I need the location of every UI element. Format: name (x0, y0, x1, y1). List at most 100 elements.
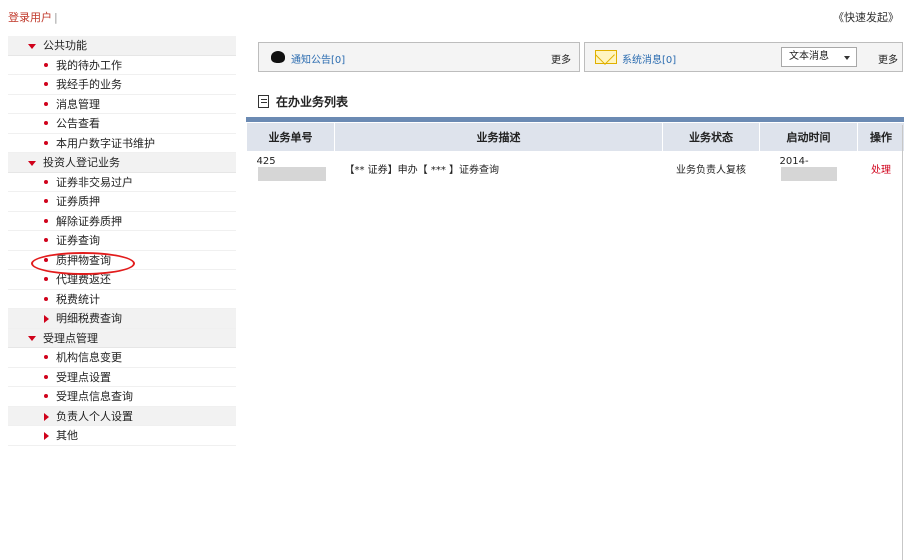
menu-item-handled-business[interactable]: 我经手的业务 (8, 75, 236, 95)
login-user-label[interactable]: 登录用户 (8, 11, 52, 24)
expanded-triangle-icon (28, 160, 36, 166)
menu-group-label: 投资人登记业务 (43, 156, 120, 169)
login-user[interactable]: 登录用户 | (8, 9, 58, 25)
menu-item-label: 受理点设置 (56, 370, 111, 384)
business-list-table: 业务单号 业务描述 业务状态 启动时间 操作 425 【** 证券】申办【 **… (246, 122, 905, 185)
bullet-icon (44, 62, 48, 67)
menu-item-detailed-tax-query[interactable]: 明细税费查询 (8, 309, 236, 329)
menu-item-label: 机构信息变更 (56, 351, 122, 364)
collapsed-triangle-icon (44, 432, 49, 440)
content-frame-border (902, 125, 903, 560)
row-description: 【** 证券】申办【 *** 】证券查询 (344, 164, 500, 176)
announcement-panel: 通知公告[0] 更多 (258, 42, 580, 72)
menu-item-label: 负责人个人设置 (56, 409, 133, 423)
bullet-icon (44, 218, 48, 223)
menu-item-label: 证券查询 (56, 234, 100, 247)
message-type-value: 文本消息 (789, 51, 829, 62)
column-header-status: 业务状态 (662, 122, 760, 152)
bullet-icon (44, 82, 48, 86)
menu-item-label: 我经手的业务 (56, 78, 122, 91)
bullet-icon (44, 257, 48, 262)
envelope-icon (595, 50, 617, 64)
process-link[interactable]: 处理 (871, 165, 891, 176)
announcement-link[interactable]: 通知公告[0] (291, 51, 345, 66)
sidebar-menu: 公共功能 我的待办工作 我经手的业务 消息管理 公告查看 本用户数字证书维护 投… (8, 36, 236, 560)
header-separator: | (54, 11, 58, 24)
bullet-icon (44, 374, 48, 379)
menu-item-label: 我的待办工作 (56, 58, 122, 72)
bullet-icon (44, 277, 48, 281)
business-list-table-container: 业务单号 业务描述 业务状态 启动时间 操作 425 【** 证券】申办【 **… (246, 117, 905, 185)
menu-group-acceptance-point-management[interactable]: 受理点管理 (8, 328, 236, 348)
menu-item-label: 本用户数字证书维护 (56, 136, 155, 150)
start-time-prefix: 2014- (779, 155, 809, 167)
chevron-down-icon (844, 56, 850, 60)
bullet-icon (44, 238, 48, 242)
bullet-icon (44, 101, 48, 106)
collapsed-triangle-icon (44, 315, 49, 323)
business-list-title-text: 在办业务列表 (276, 95, 349, 109)
redacted-time-block (780, 166, 837, 181)
menu-item-announcement-view[interactable]: 公告查看 (8, 114, 236, 134)
row-start-time-cell: 2014- (760, 152, 858, 185)
column-header-id: 业务单号 (246, 122, 335, 152)
system-message-more-link[interactable]: 更多 (878, 51, 898, 66)
business-id-prefix: 425 (256, 155, 276, 167)
menu-item-label: 其他 (56, 429, 78, 442)
row-status: 业务负责人复核 (676, 164, 746, 176)
bullet-icon (44, 179, 48, 184)
menu-group-label: 公共功能 (43, 39, 87, 52)
expanded-triangle-icon (28, 43, 36, 49)
menu-item-securities-query[interactable]: 证券查询 (8, 231, 236, 251)
menu-item-label: 证券非交易过户 (56, 175, 133, 189)
document-icon (258, 95, 269, 108)
bell-icon (271, 51, 285, 63)
quick-start-link[interactable]: 《快速发起》 (833, 9, 899, 25)
bullet-icon (44, 140, 48, 145)
bullet-icon (44, 355, 48, 359)
menu-group-label: 受理点管理 (43, 331, 98, 345)
bullet-icon (44, 296, 48, 301)
table-header-row: 业务单号 业务描述 业务状态 启动时间 操作 (246, 122, 905, 152)
menu-item-securities-pledge[interactable]: 证券质押 (8, 192, 236, 212)
row-action-cell: 处理 (858, 152, 905, 185)
menu-item-label: 质押物查询 (56, 253, 111, 267)
menu-item-label: 受理点信息查询 (56, 390, 133, 403)
menu-item-label: 解除证券质押 (56, 214, 122, 228)
menu-group-investor-registration[interactable]: 投资人登记业务 (8, 153, 236, 173)
system-message-link[interactable]: 系统消息[0] (622, 51, 676, 66)
menu-item-acceptance-point-settings[interactable]: 受理点设置 (8, 367, 236, 387)
menu-item-acceptance-point-query[interactable]: 受理点信息查询 (8, 387, 236, 407)
column-header-description: 业务描述 (334, 122, 663, 152)
bullet-icon (44, 121, 48, 125)
menu-item-message-management[interactable]: 消息管理 (8, 94, 236, 114)
menu-item-manager-personal-settings[interactable]: 负责人个人设置 (8, 406, 236, 426)
top-header: 登录用户 | 《快速发起》 (0, 0, 905, 30)
system-message-panel: 系统消息[0] 文本消息 更多 (584, 42, 903, 72)
menu-item-agency-fee-return[interactable]: 代理费返还 (8, 270, 236, 290)
menu-item-release-pledge[interactable]: 解除证券质押 (8, 211, 236, 231)
row-id-cell: 425 (247, 152, 335, 185)
menu-item-label: 明细税费查询 (56, 312, 122, 325)
menu-group-public[interactable]: 公共功能 (8, 36, 236, 56)
menu-item-label: 税费统计 (56, 292, 100, 306)
menu-item-certificate-maintenance[interactable]: 本用户数字证书维护 (8, 133, 236, 153)
menu-item-institution-change[interactable]: 机构信息变更 (8, 348, 236, 368)
table-row: 425 【** 证券】申办【 *** 】证券查询 业务负责人复核 2014- 处… (247, 152, 905, 185)
business-list-title: 在办业务列表 (258, 93, 348, 110)
menu-item-tax-statistics[interactable]: 税费统计 (8, 289, 236, 309)
column-header-start-time: 启动时间 (759, 122, 858, 152)
bullet-icon (44, 199, 48, 203)
menu-item-non-trading-transfer[interactable]: 证券非交易过户 (8, 172, 236, 192)
menu-item-label: 消息管理 (56, 97, 100, 111)
menu-item-label: 证券质押 (56, 195, 100, 208)
announcement-more-link[interactable]: 更多 (551, 51, 571, 66)
expanded-triangle-icon (28, 336, 36, 341)
bullet-icon (44, 394, 48, 398)
menu-item-pledged-asset-query[interactable]: 质押物查询 (8, 250, 236, 270)
menu-item-my-todo[interactable]: 我的待办工作 (8, 55, 236, 75)
menu-item-other[interactable]: 其他 (8, 426, 236, 446)
menu-item-label: 公告查看 (56, 117, 100, 130)
message-type-select[interactable]: 文本消息 (781, 47, 857, 67)
column-header-action: 操作 (857, 122, 905, 152)
